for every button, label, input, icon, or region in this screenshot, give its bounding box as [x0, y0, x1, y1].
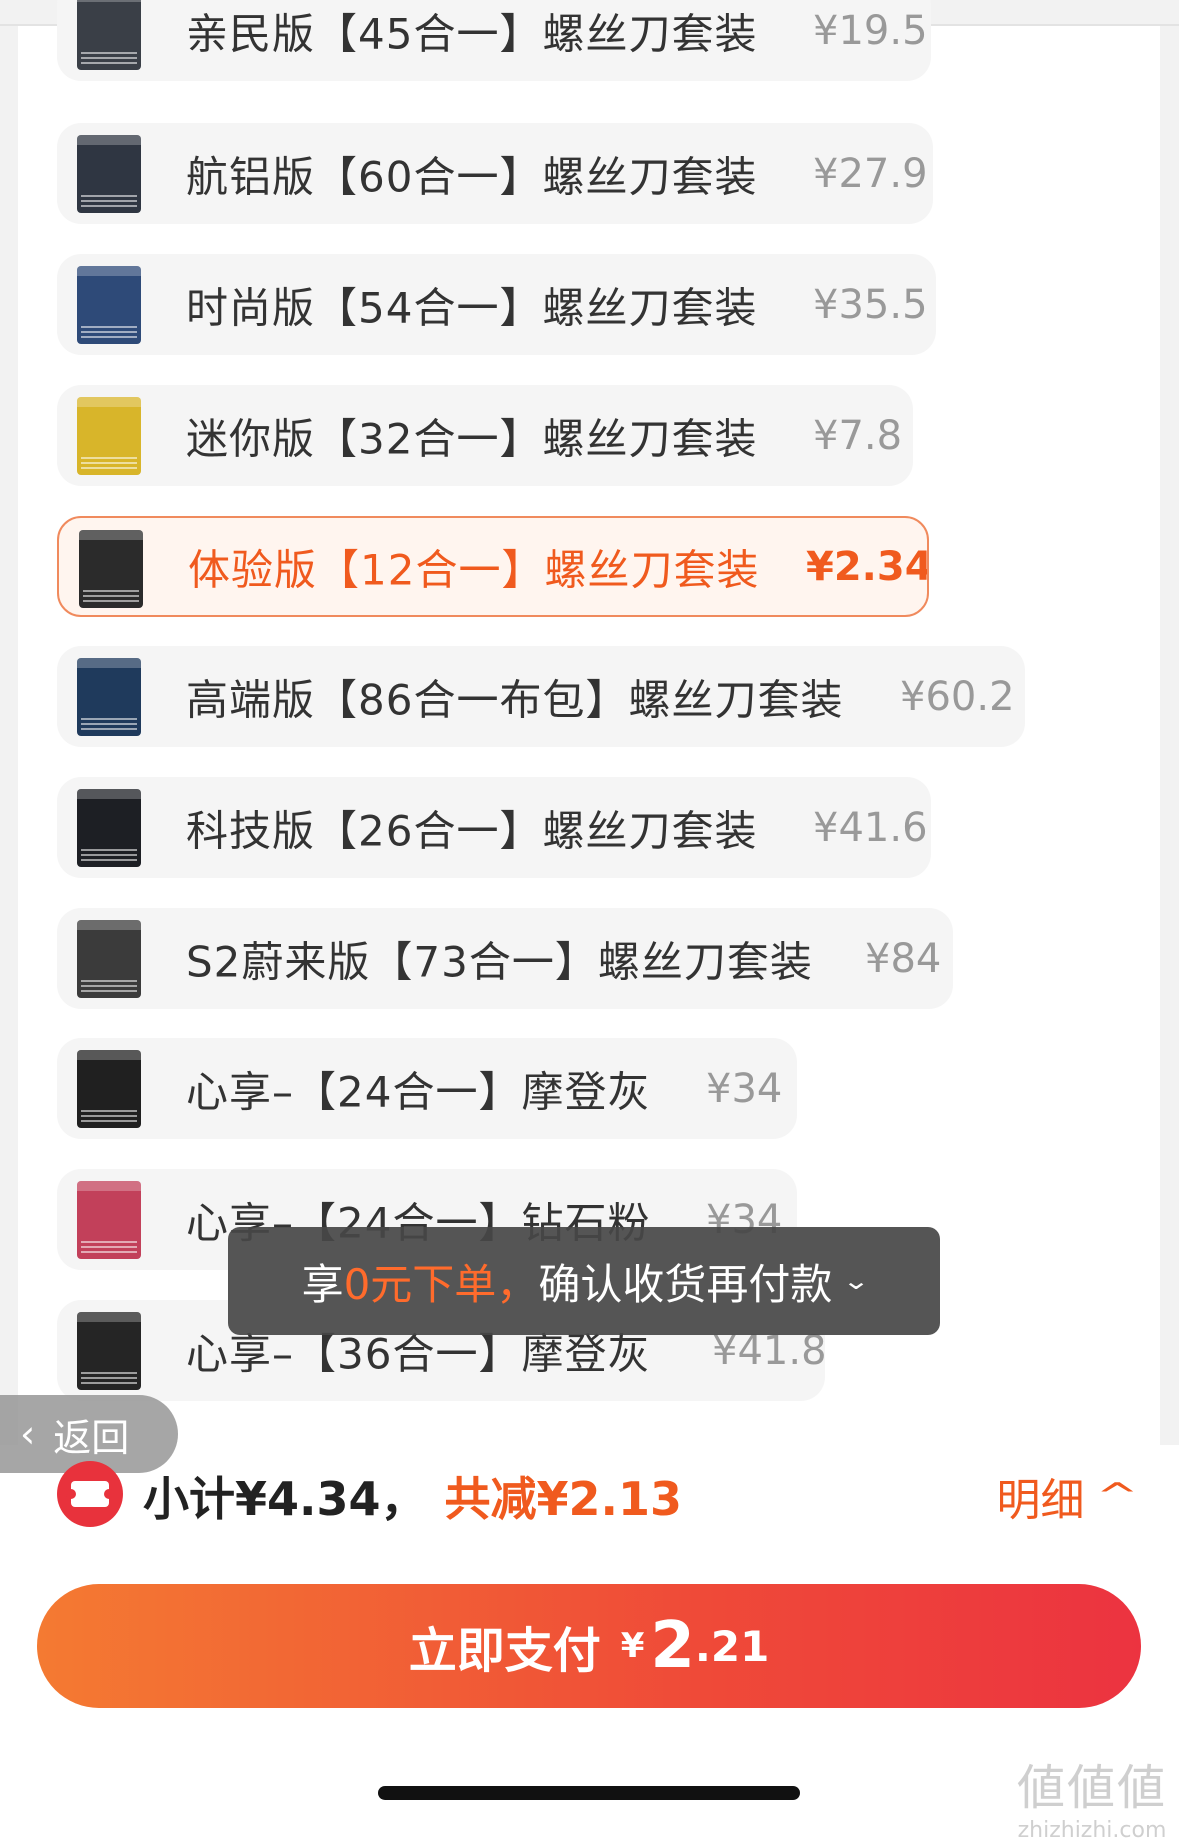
option-price: ¥41.6: [813, 804, 928, 851]
subtotal-text: 小计¥4.34: [143, 1472, 381, 1526]
chevron-up-icon: ^: [1095, 1476, 1139, 1516]
product-thumbnail: [77, 789, 141, 867]
option-label: 心享–【24合一】摩登灰: [186, 1067, 651, 1116]
option-label: S2蔚来版【73合一】螺丝刀套装: [186, 937, 813, 986]
chevron-down-icon: ⌄: [842, 1267, 871, 1295]
option-price: ¥35.5: [813, 281, 928, 328]
sku-option[interactable]: 时尚版【54合一】螺丝刀套装 ¥35.5: [57, 254, 936, 355]
sku-option[interactable]: 体验版【12合一】螺丝刀套装 ¥2.34: [57, 516, 929, 617]
option-label: 时尚版【54合一】螺丝刀套装: [186, 283, 758, 332]
product-thumbnail: [79, 530, 143, 608]
option-price: ¥27.9: [813, 150, 928, 197]
zero-pay-toast[interactable]: 享 0元下单， 确认收货再付款 ⌄: [228, 1227, 940, 1335]
toast-text: 确认收货再付款: [538, 1259, 833, 1309]
product-thumbnail: [77, 658, 141, 736]
sku-option[interactable]: 心享–【24合一】摩登灰 ¥34: [57, 1038, 797, 1139]
watermark-site: zhizhizhi.com: [1017, 1818, 1167, 1843]
pay-label: 立即支付: [408, 1623, 601, 1679]
sku-option[interactable]: S2蔚来版【73合一】螺丝刀套装 ¥84: [57, 908, 953, 1009]
product-thumbnail: [77, 266, 141, 344]
product-thumbnail: [77, 1312, 141, 1390]
toast-highlight: 0元下单，: [343, 1259, 539, 1309]
back-label: 返回: [53, 1415, 130, 1460]
product-thumbnail: [77, 397, 141, 475]
option-label: 高端版【86合一布包】螺丝刀套装: [186, 675, 844, 724]
toast-prefix: 享: [301, 1259, 344, 1309]
pay-now-button[interactable]: 立即支付 ¥ 2 .21: [37, 1584, 1141, 1708]
pay-amount-dec: .21: [694, 1621, 770, 1671]
product-thumbnail: [77, 1181, 141, 1259]
sku-option[interactable]: 亲民版【45合一】螺丝刀套装 ¥19.5: [57, 0, 931, 81]
option-price: ¥2.34: [806, 543, 929, 590]
sku-option[interactable]: 迷你版【32合一】螺丝刀套装 ¥7.8: [57, 385, 913, 486]
option-label: 体验版【12合一】螺丝刀套装: [188, 545, 760, 594]
pay-amount-int: 2: [650, 1609, 695, 1683]
price-summary: 小计¥4.34 ， 共减¥2.13: [143, 1468, 682, 1526]
product-thumbnail: [77, 1050, 141, 1128]
sku-option[interactable]: 航铝版【60合一】螺丝刀套装 ¥27.9: [57, 123, 933, 224]
option-price: ¥84: [865, 935, 942, 982]
sku-option[interactable]: 科技版【26合一】螺丝刀套装 ¥41.6: [57, 777, 931, 878]
sku-option[interactable]: 高端版【86合一布包】螺丝刀套装 ¥60.2: [57, 646, 1025, 747]
option-label: 科技版【26合一】螺丝刀套装: [186, 806, 758, 855]
option-price: ¥34: [706, 1065, 783, 1112]
home-indicator: [378, 1786, 800, 1800]
detail-label: 明细: [996, 1475, 1085, 1526]
discount-text: 共减¥2.13: [444, 1472, 683, 1526]
option-price: ¥19.5: [813, 7, 928, 54]
product-thumbnail: [77, 0, 141, 70]
option-label: 迷你版【32合一】螺丝刀套装: [186, 414, 758, 463]
price-detail-button[interactable]: 明细 ^: [996, 1466, 1139, 1526]
summary-separator: ，: [380, 1472, 427, 1526]
option-price: ¥7.8: [813, 412, 903, 459]
coupon-icon: [57, 1461, 123, 1527]
chevron-left-icon: ‹: [20, 1412, 36, 1456]
option-label: 航铝版【60合一】螺丝刀套装: [186, 152, 758, 201]
option-label: 亲民版【45合一】螺丝刀套装: [186, 9, 758, 58]
watermark-glyphs: 値値値: [1016, 1760, 1167, 1816]
option-price: ¥60.2: [900, 673, 1015, 720]
pay-currency: ¥: [620, 1626, 645, 1666]
product-thumbnail: [77, 920, 141, 998]
product-thumbnail: [77, 135, 141, 213]
